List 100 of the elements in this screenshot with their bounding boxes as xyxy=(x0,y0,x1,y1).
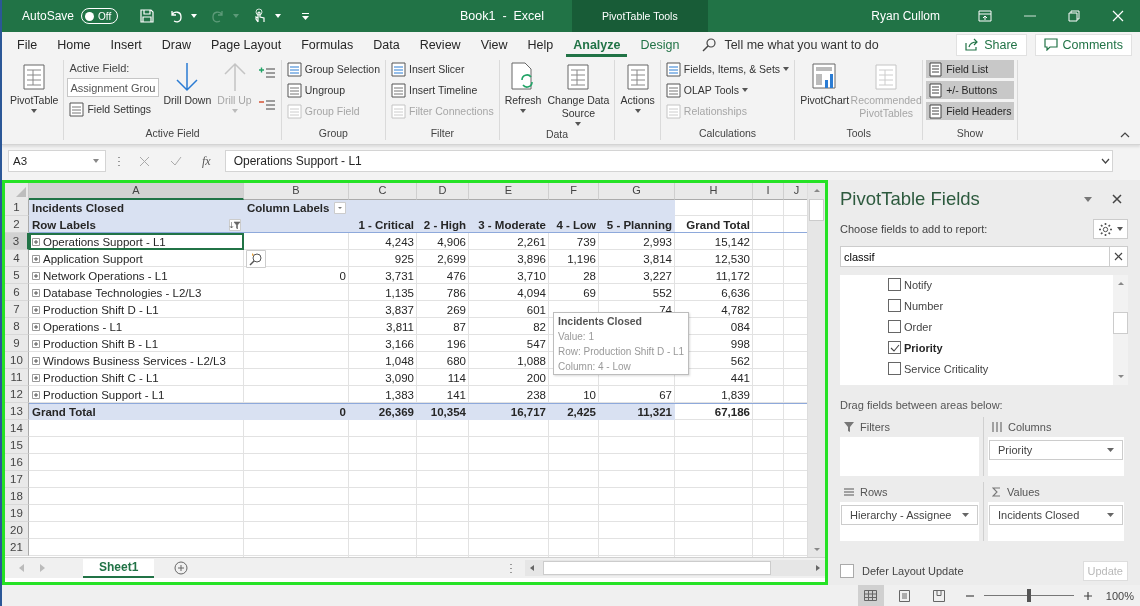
row-number[interactable]: 15 xyxy=(5,437,29,454)
column-header[interactable]: C xyxy=(349,183,417,200)
comments-button[interactable]: Comments xyxy=(1034,33,1132,56)
ribbon-button[interactable]: Drill Down xyxy=(161,60,214,110)
ribbon-button[interactable]: OLAP Tools xyxy=(663,81,792,99)
ribbon-button[interactable]: Ungroup xyxy=(284,81,382,99)
field-label[interactable]: Service Criticality xyxy=(904,362,989,375)
tools-button[interactable] xyxy=(1093,219,1128,239)
insert-function-button[interactable]: fx xyxy=(196,153,217,169)
column-header[interactable]: D xyxy=(417,183,469,200)
ribbon-button[interactable]: Field Settings xyxy=(67,100,160,118)
zoom-thumb[interactable] xyxy=(1026,589,1031,602)
column-header[interactable]: F xyxy=(549,183,599,200)
scroll-thumb[interactable] xyxy=(809,199,825,221)
caret-icon[interactable] xyxy=(191,14,198,18)
share-button[interactable]: Share xyxy=(956,33,1027,56)
cancel-icon[interactable] xyxy=(139,155,150,167)
drop-area[interactable]: Hierarchy - Assignee xyxy=(840,502,979,541)
row-number[interactable]: 7 xyxy=(5,301,29,318)
collapse-ribbon-icon[interactable] xyxy=(1120,132,1130,138)
menu-tab[interactable]: Insert xyxy=(103,32,149,57)
checkbox[interactable] xyxy=(888,278,901,291)
row-number[interactable]: 13 xyxy=(5,403,29,420)
enter-icon[interactable] xyxy=(170,156,182,166)
field-label[interactable]: Number xyxy=(904,299,944,312)
add-sheet-icon[interactable] xyxy=(174,561,189,575)
row-number[interactable]: 10 xyxy=(5,352,29,369)
ribbon-button[interactable]: Fields, Items, & Sets xyxy=(663,60,792,78)
ribbon-display-icon[interactable] xyxy=(978,10,992,22)
row-number[interactable]: 4 xyxy=(5,250,29,267)
field-list-scrollbar[interactable] xyxy=(1113,275,1128,385)
save-icon[interactable] xyxy=(139,8,156,24)
formula-input[interactable]: Operations Support - L1 xyxy=(224,150,1113,172)
expand-icon[interactable] xyxy=(1101,158,1110,164)
field-label[interactable]: Order xyxy=(904,320,933,333)
ribbon-button[interactable]: Insert Slicer xyxy=(389,60,496,78)
row-number[interactable]: 8 xyxy=(5,318,29,335)
menu-tab[interactable]: Draw xyxy=(154,32,198,57)
menu-tab[interactable]: Review xyxy=(412,32,468,57)
ribbon-button[interactable]: PivotTable xyxy=(8,60,61,116)
selected-cell[interactable]: Operations Support - L1 xyxy=(29,233,244,250)
checkbox[interactable] xyxy=(888,320,901,333)
ribbon-button[interactable]: Actions xyxy=(618,60,657,116)
menu-tab[interactable]: Design xyxy=(633,32,687,57)
checkbox[interactable] xyxy=(888,362,901,375)
caret-icon[interactable] xyxy=(275,14,282,18)
customize-icon[interactable] xyxy=(302,12,310,20)
area-field[interactable]: Hierarchy - Assignee xyxy=(841,505,978,525)
field-label[interactable]: Priority xyxy=(904,341,943,354)
row-number[interactable]: 11 xyxy=(5,369,29,386)
menu-tab[interactable]: Page Layout xyxy=(203,32,289,57)
row-number[interactable]: 3 xyxy=(5,233,29,250)
drop-area[interactable]: Incidents Closed xyxy=(988,502,1124,541)
row-number[interactable]: 6 xyxy=(5,284,29,301)
menu-tab[interactable]: Help xyxy=(520,32,561,57)
vertical-scrollbar[interactable] xyxy=(807,183,825,557)
toggle-button[interactable]: +/- Buttons xyxy=(926,81,1014,99)
quick-explore-icon[interactable] xyxy=(246,250,266,268)
row-number[interactable]: 2 xyxy=(5,216,29,233)
row-number[interactable]: 16 xyxy=(5,454,29,471)
row-number[interactable]: 1 xyxy=(5,199,29,216)
sheet-tab[interactable]: Sheet1 xyxy=(83,558,155,578)
column-header[interactable]: H xyxy=(675,183,753,200)
row-number[interactable]: 19 xyxy=(5,505,29,522)
checkbox[interactable] xyxy=(840,564,854,578)
checkbox[interactable] xyxy=(888,299,901,312)
row-number[interactable]: 12 xyxy=(5,386,29,403)
normal-view-button[interactable] xyxy=(857,585,884,606)
ribbon-button[interactable]: PivotChart xyxy=(798,60,852,110)
clear-search-button[interactable] xyxy=(1110,246,1128,267)
restore-icon[interactable] xyxy=(1068,10,1080,22)
defer-label[interactable]: Defer Layout Update xyxy=(862,565,964,577)
column-header[interactable]: I xyxy=(753,183,784,200)
horizontal-scrollbar[interactable] xyxy=(525,560,825,576)
minus-icon[interactable] xyxy=(965,594,974,597)
row-number[interactable]: 17 xyxy=(5,471,29,488)
row-number[interactable]: 9 xyxy=(5,335,29,352)
name-box[interactable]: A3 xyxy=(8,150,106,172)
column-header[interactable]: B xyxy=(244,183,349,200)
column-header[interactable]: G xyxy=(599,183,675,200)
close-icon[interactable] xyxy=(1112,194,1122,204)
area-field[interactable]: Priority xyxy=(989,440,1123,460)
search-field[interactable]: classif xyxy=(840,246,1110,267)
ribbon-button[interactable]: Insert Timeline xyxy=(389,81,496,99)
menu-tab[interactable]: Data xyxy=(366,32,407,57)
user-name[interactable]: Ryan Cullom xyxy=(871,9,940,23)
filter-dropdown-icon[interactable] xyxy=(229,218,241,231)
active-field-input[interactable]: Assignment Grou xyxy=(67,78,160,97)
menu-tab[interactable]: Formulas xyxy=(294,32,361,57)
row-number[interactable]: 5 xyxy=(5,267,29,284)
menu-tab[interactable]: View xyxy=(473,32,515,57)
toggle-button[interactable]: Field Headers xyxy=(926,102,1014,120)
column-header[interactable]: E xyxy=(469,183,549,200)
menu-tab[interactable]: Home xyxy=(50,32,98,57)
row-number[interactable]: 20 xyxy=(5,522,29,539)
zoom-level[interactable]: 100% xyxy=(1105,589,1134,602)
ribbon-button[interactable]: Refresh xyxy=(502,60,544,116)
row-number[interactable]: 14 xyxy=(5,420,29,437)
row-number[interactable]: 18 xyxy=(5,488,29,505)
column-header[interactable]: A xyxy=(29,183,244,200)
